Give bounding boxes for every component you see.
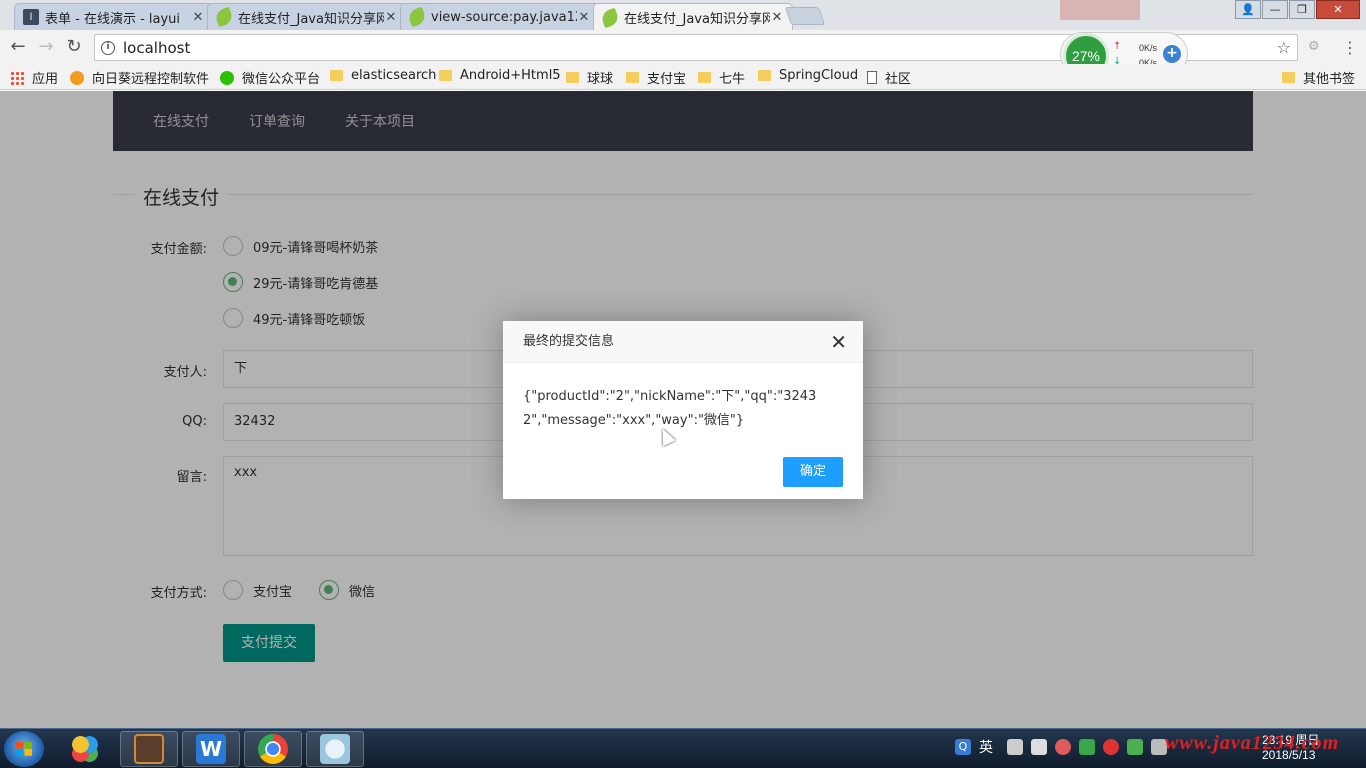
bookmark-label: Android+Html5 <box>460 68 561 83</box>
bookmark-alipay[interactable]: 支付宝 <box>626 68 686 87</box>
new-tab-button[interactable] <box>784 7 826 25</box>
folder-icon <box>566 72 579 83</box>
page-icon <box>867 71 877 84</box>
bookmark-label: 社区 <box>885 72 912 87</box>
bookmark-community[interactable]: 社区 <box>867 68 911 87</box>
taskbar-app-cloud[interactable] <box>306 731 364 767</box>
bookmark-sunlogin[interactable]: 向日葵远程控制软件 <box>70 68 209 87</box>
wps-icon: W <box>196 734 226 764</box>
site-watermark: www.java1234.com <box>1165 732 1340 754</box>
plus-icon[interactable]: + <box>1163 45 1181 63</box>
apps-grid-icon <box>10 70 24 85</box>
info-icon[interactable]: i <box>101 40 115 55</box>
bookmark-qiniu[interactable]: 七牛 <box>698 68 745 87</box>
layui-icon: l <box>23 9 39 25</box>
browser-tab-strip: l 表单 - 在线演示 - layui ✕ 在线支付_Java知识分享网 ✕ v… <box>0 0 1366 31</box>
close-tab-icon[interactable]: ✕ <box>384 10 398 25</box>
bookmark-springcloud[interactable]: SpringCloud <box>758 68 858 83</box>
close-tab-icon[interactable]: ✕ <box>191 10 205 25</box>
leaf-icon <box>406 6 428 28</box>
taskbar-app-photos[interactable] <box>56 731 114 767</box>
url-text: localhost <box>123 38 191 57</box>
taskbar-app-chrome[interactable] <box>244 731 302 767</box>
extension-icon[interactable]: ⚙ <box>1308 39 1320 54</box>
taskbar-app-javaee[interactable] <box>120 731 178 767</box>
wechat-icon <box>220 70 234 85</box>
bookmark-wechat[interactable]: 微信公众平台 <box>220 68 320 87</box>
folder-icon <box>698 72 711 83</box>
bookmark-apps[interactable]: 应用 <box>10 68 58 87</box>
window-close-icon[interactable]: ✕ <box>1316 0 1360 19</box>
window-controls: 👤 — ❐ ✕ <box>1234 0 1360 19</box>
bookmark-label: SpringCloud <box>779 68 859 83</box>
minimize-icon[interactable]: — <box>1262 0 1288 19</box>
profile-button[interactable] <box>1060 0 1140 20</box>
bookmark-label: 其他书签 <box>1303 72 1356 87</box>
tab-view-source[interactable]: view-source:pay.java12 ✕ <box>400 3 600 30</box>
leaf-icon <box>213 6 235 28</box>
tab-title: 在线支付_Java知识分享网 <box>238 11 384 27</box>
bookmark-label: 向日葵远程控制软件 <box>92 72 210 87</box>
bookmark-star-icon[interactable]: ☆ <box>1277 38 1291 57</box>
bookmark-label: 支付宝 <box>647 72 687 87</box>
close-tab-icon[interactable]: ✕ <box>577 10 591 25</box>
java-ee-ide-icon <box>134 734 164 764</box>
bookmarks-bar: 应用 向日葵远程控制软件 微信公众平台 elasticsearch Androi… <box>0 64 1366 90</box>
start-button[interactable] <box>4 731 44 767</box>
security-icon[interactable] <box>1103 739 1119 755</box>
tab-title: view-source:pay.java12 <box>431 9 577 25</box>
display-icon[interactable] <box>1007 739 1023 755</box>
folder-icon <box>626 72 639 83</box>
close-tab-icon[interactable]: ✕ <box>770 10 784 25</box>
windows-taskbar: W Q 英 23:19 周日 2018/5/13 <box>0 728 1366 768</box>
folder-icon <box>1282 72 1295 83</box>
cloud-icon <box>320 734 350 764</box>
back-arrow-icon[interactable]: ← <box>8 37 28 57</box>
shield-icon[interactable] <box>1079 739 1095 755</box>
upload-speed: 0K/s <box>1139 43 1158 53</box>
tab-title: 在线支付_Java知识分享网 <box>624 12 770 27</box>
folder-icon <box>439 70 452 81</box>
bookmark-other[interactable]: 其他书签 <box>1282 68 1355 87</box>
tab-layui[interactable]: l 表单 - 在线演示 - layui ✕ <box>14 3 214 30</box>
bookmark-label: 球球 <box>587 72 614 87</box>
network-icon[interactable] <box>1127 739 1143 755</box>
tab-pay-1[interactable]: 在线支付_Java知识分享网 ✕ <box>207 3 407 30</box>
search-ime-icon[interactable]: Q <box>955 739 971 755</box>
bookmark-elasticsearch[interactable]: elasticsearch <box>330 68 436 83</box>
result-dialog: 最终的提交信息 ✕ {"productId":"2","nickName":"下… <box>503 321 863 499</box>
maximize-icon[interactable]: ❐ <box>1289 0 1315 19</box>
window-icon[interactable] <box>1031 739 1047 755</box>
bookmark-qiuqiu[interactable]: 球球 <box>566 68 613 87</box>
folder-icon <box>330 70 343 81</box>
bookmark-label: 七牛 <box>719 72 746 87</box>
bookmark-label: elasticsearch <box>351 68 437 83</box>
taskbar-app-wps[interactable]: W <box>182 731 240 767</box>
bookmark-android[interactable]: Android+Html5 <box>439 68 561 83</box>
tab-title: 表单 - 在线演示 - layui <box>45 11 181 27</box>
dialog-title: 最终的提交信息 <box>523 334 615 349</box>
bookmark-label: 应用 <box>32 72 59 87</box>
profile-icon[interactable]: 👤 <box>1235 0 1261 19</box>
bookmark-label: 微信公众平台 <box>242 72 321 87</box>
close-icon[interactable]: ✕ <box>830 321 847 363</box>
windows-logo-icon <box>16 742 32 756</box>
folder-icon <box>758 70 771 81</box>
reload-icon[interactable]: ↻ <box>64 37 84 57</box>
flower-icon[interactable] <box>1055 739 1071 755</box>
ime-language[interactable]: 英 <box>979 737 993 757</box>
menu-dots-icon[interactable]: ⋮ <box>1342 38 1358 57</box>
tab-pay-active[interactable]: 在线支付_Java知识分享网 ✕ <box>593 3 793 31</box>
pinwheel-icon <box>70 734 100 764</box>
upload-arrow-icon: ↑ <box>1113 41 1122 52</box>
dialog-header: 最终的提交信息 ✕ <box>503 321 863 363</box>
leaf-icon <box>599 7 621 28</box>
dialog-content: {"productId":"2","nickName":"下","qq":"32… <box>523 389 817 428</box>
sunflower-icon <box>70 70 84 85</box>
ok-button[interactable]: 确定 <box>783 457 843 487</box>
forward-arrow-icon[interactable]: → <box>36 37 56 57</box>
system-tray: Q 英 <box>955 737 1175 757</box>
chrome-icon <box>258 734 288 764</box>
